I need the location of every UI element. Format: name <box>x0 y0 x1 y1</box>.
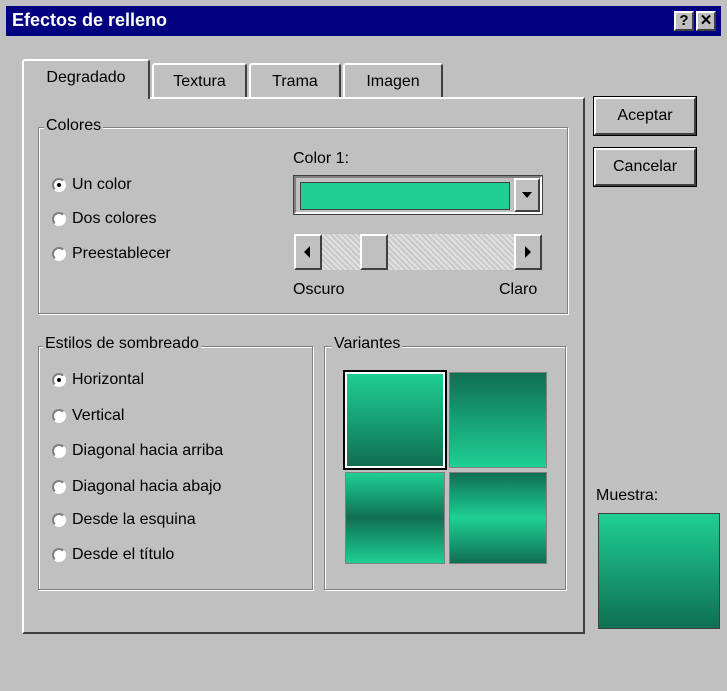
brightness-slider[interactable] <box>294 234 542 270</box>
variantes-group-label: Variantes <box>332 335 403 353</box>
muestra-preview <box>598 513 720 629</box>
slider-right-button[interactable] <box>514 234 542 270</box>
ok-button[interactable]: Aceptar <box>593 96 697 136</box>
slider-min-label: Oscuro <box>293 281 345 298</box>
sombreado-group-label: Estilos de sombreado <box>43 335 201 353</box>
tab-trama-label: Trama <box>272 73 318 90</box>
radio-preestablecer-indicator[interactable] <box>52 247 66 261</box>
color1-swatch <box>300 182 510 210</box>
arrow-right-icon <box>525 246 531 258</box>
cancel-button[interactable]: Cancelar <box>593 147 697 187</box>
chevron-down-icon <box>522 192 532 198</box>
slider-left-button[interactable] <box>294 234 322 270</box>
radio-vertical-indicator[interactable] <box>52 409 66 423</box>
radio-horizontal-indicator[interactable] <box>52 373 66 387</box>
colores-group-label: Colores <box>44 117 104 135</box>
radio-dos-colores-label: Dos colores <box>72 210 157 227</box>
tab-trama[interactable]: Trama <box>249 63 341 99</box>
radio-desde-esquina-indicator[interactable] <box>52 513 66 527</box>
radio-diagonal-arriba-indicator[interactable] <box>52 444 66 458</box>
radio-desde-titulo-indicator[interactable] <box>52 548 66 562</box>
color1-label: Color 1: <box>293 150 350 167</box>
help-button[interactable]: ? <box>674 11 694 31</box>
variant-1[interactable] <box>343 370 447 470</box>
radio-desde-titulo-label: Desde el título <box>72 546 175 563</box>
tab-textura-label: Textura <box>173 73 226 90</box>
window-title: Efectos de relleno <box>12 10 168 30</box>
radio-horizontal-label: Horizontal <box>72 371 145 388</box>
ok-button-label: Aceptar <box>617 107 673 124</box>
variant-3[interactable] <box>345 472 445 564</box>
radio-diagonal-abajo-indicator[interactable] <box>52 480 66 494</box>
tab-imagen[interactable]: Imagen <box>343 63 443 99</box>
cancel-button-label: Cancelar <box>612 158 678 175</box>
radio-diagonal-arriba-label: Diagonal hacia arriba <box>72 442 224 459</box>
help-icon: ? <box>679 12 689 29</box>
radio-dos-colores-indicator[interactable] <box>52 212 66 226</box>
variant-2[interactable] <box>449 372 547 468</box>
close-icon: ✕ <box>699 12 713 29</box>
close-button[interactable]: ✕ <box>696 11 716 31</box>
variant-4[interactable] <box>449 472 547 564</box>
tab-degradado[interactable]: Degradado <box>22 59 150 99</box>
tab-degradado-label: Degradado <box>46 69 126 86</box>
tab-imagen-label: Imagen <box>366 73 420 90</box>
radio-vertical-label: Vertical <box>72 407 125 424</box>
radio-un-color-indicator[interactable] <box>52 178 66 192</box>
radio-diagonal-abajo-label: Diagonal hacia abajo <box>72 478 222 495</box>
radio-un-color-label: Un color <box>72 176 132 193</box>
title-bar: Efectos de relleno ? ✕ <box>6 6 721 36</box>
muestra-label: Muestra: <box>596 487 659 504</box>
radio-desde-esquina-label: Desde la esquina <box>72 511 196 528</box>
color1-dropdown[interactable] <box>293 175 543 215</box>
fill-effects-dialog: Efectos de relleno ? ✕ Degradado Textura… <box>0 0 727 691</box>
radio-preestablecer-label: Preestablecer <box>72 245 171 262</box>
arrow-left-icon <box>304 246 310 258</box>
dropdown-arrow-button[interactable] <box>514 178 540 212</box>
slider-max-label: Claro <box>499 281 538 298</box>
tab-textura[interactable]: Textura <box>152 63 247 99</box>
slider-thumb[interactable] <box>360 234 388 270</box>
